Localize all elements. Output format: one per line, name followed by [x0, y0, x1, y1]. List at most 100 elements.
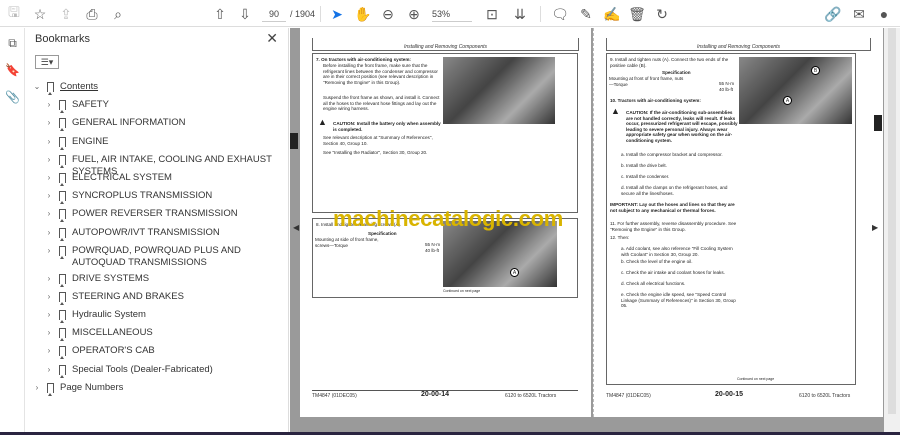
chevron-right-icon[interactable]: ›: [43, 309, 55, 321]
watermark: machinecatalogic.com: [333, 206, 563, 231]
bookmark-icon: [59, 172, 66, 186]
chevron-right-icon[interactable]: ›: [43, 117, 55, 129]
substep-b: b. Install the drive belt.: [621, 163, 667, 168]
bookmark-label: POWER REVERSER TRANSMISSION: [72, 208, 238, 220]
bookmark-item[interactable]: › Hydraulic System: [25, 306, 289, 324]
chevron-right-icon[interactable]: ›: [43, 345, 55, 357]
zoom-out-icon[interactable]: ⊖: [378, 4, 398, 24]
search-icon[interactable]: ⌕: [108, 4, 128, 24]
bookmark-item[interactable]: › OPERATOR'S CAB: [25, 342, 289, 360]
bookmark-item[interactable]: › AUTOPOWR/IVT TRANSMISSION: [25, 224, 289, 242]
bookmark-options-button[interactable]: ☰▾: [35, 55, 59, 69]
bookmarks-icon[interactable]: 🔖: [4, 63, 21, 80]
footer-model: 6120 to 6520L Tractors: [799, 393, 851, 399]
chevron-right-icon[interactable]: ›: [43, 245, 55, 257]
share-link-icon[interactable]: 🔗: [823, 4, 843, 24]
chevron-right-icon[interactable]: ›: [43, 364, 55, 376]
footer-manual-id: TM4847 (01DEC05): [312, 393, 357, 399]
comment-icon[interactable]: 🗨: [550, 4, 570, 24]
vertical-scrollbar[interactable]: [884, 28, 900, 432]
rotate-icon[interactable]: ↻: [652, 4, 672, 24]
chevron-right-icon[interactable]: ›: [43, 190, 55, 202]
next-page-icon[interactable]: ⇩: [235, 4, 255, 24]
bookmark-item[interactable]: › ENGINE: [25, 133, 289, 151]
panel-title: Bookmarks: [35, 33, 91, 45]
bookmark-icon: [59, 191, 66, 205]
bookmark-item[interactable]: › Page Numbers: [25, 379, 289, 397]
bookmark-icon: [47, 382, 54, 396]
bookmark-item[interactable]: › GENERAL INFORMATION: [25, 114, 289, 132]
bookmark-item[interactable]: › POWRQUAD, POWRQUAD PLUS AND AUTOQUAD TR…: [25, 242, 289, 270]
next-page-arrow-icon[interactable]: ▶: [872, 223, 878, 232]
email-icon[interactable]: ✉: [849, 4, 869, 24]
bookmark-icon: [59, 364, 66, 378]
page-fit-icon[interactable]: ⊡: [482, 4, 502, 24]
important-note: IMPORTANT: Lay out the hoses and lines s…: [610, 202, 735, 213]
bookmarks-panel: Bookmarks ✕ ☰▾ ⌄ Contents › SAFETY › GENERAL …: [25, 28, 289, 435]
prev-page-icon[interactable]: ⇧: [210, 4, 230, 24]
spec-row: Mounting at front of front frame, nuts—T…: [609, 76, 684, 87]
chevron-right-icon[interactable]: ›: [43, 273, 55, 285]
page-number-label: 20-00-15: [715, 391, 744, 398]
spec-value-imperial: 40 lb-ft: [425, 248, 440, 253]
chevron-right-icon[interactable]: ›: [43, 227, 55, 239]
bookmark-item[interactable]: › ELECTRICAL SYSTEM: [25, 169, 289, 187]
close-icon[interactable]: ✕: [266, 30, 278, 47]
spec-value-imperial: 40 lb-ft: [719, 87, 734, 92]
step-12-text: 12. Then:: [610, 235, 630, 240]
save-icon[interactable]: 🖫: [4, 4, 24, 24]
zoom-in-icon[interactable]: ⊕: [404, 4, 424, 24]
spec-title: Specification: [662, 70, 691, 75]
cloud-upload-icon[interactable]: ⇪: [56, 4, 76, 24]
bookmark-item[interactable]: › MISCELLANEOUS: [25, 324, 289, 342]
attachments-icon[interactable]: 📎: [4, 90, 21, 107]
chevron-right-icon[interactable]: ›: [43, 327, 55, 339]
bookmark-item[interactable]: › FUEL, AIR INTAKE, COOLING AND EXHAUST S…: [25, 151, 289, 177]
bookmark-item[interactable]: › Special Tools (Dealer-Fabricated): [25, 361, 289, 379]
bookmark-star-icon[interactable]: ☆: [30, 4, 50, 24]
bookmark-item[interactable]: › POWER REVERSER TRANSMISSION: [25, 205, 289, 223]
bookmark-item[interactable]: › DRIVE SYSTEMS: [25, 270, 289, 288]
sign-icon[interactable]: ✍: [602, 4, 622, 24]
chevron-right-icon[interactable]: ›: [31, 382, 43, 394]
print-icon[interactable]: ⎙: [82, 4, 102, 24]
chevron-right-icon[interactable]: ›: [43, 154, 55, 166]
zoom-select[interactable]: 53%: [432, 6, 472, 22]
step-9-text: 9. Install and tighten nuts (A). Connect…: [610, 57, 729, 68]
final-step-d: d. Check all electrical functions.: [621, 281, 686, 286]
step-7-block: 7. On tractors with air-conditioning sys…: [312, 53, 578, 213]
chevron-right-icon[interactable]: ›: [43, 172, 55, 184]
substep-c: c. Install the condenser.: [621, 174, 670, 179]
chevron-right-icon[interactable]: ›: [43, 136, 55, 148]
bookmark-item[interactable]: › STEERING AND BRAKES: [25, 288, 289, 306]
delete-icon[interactable]: 🗑: [627, 4, 647, 24]
page-number-input[interactable]: 90: [262, 6, 286, 22]
account-icon[interactable]: ●: [874, 4, 894, 24]
section-tab: [290, 133, 298, 149]
bookmark-icon: [59, 100, 66, 114]
bookmark-item[interactable]: ⌄ Contents: [25, 78, 289, 96]
scrollbar-thumb[interactable]: [888, 28, 896, 414]
chevron-right-icon[interactable]: ›: [43, 291, 55, 303]
spec-row: Mounting at side of front frame, screws—…: [315, 237, 379, 248]
bookmark-item[interactable]: › SYNCROPLUS TRANSMISSION: [25, 187, 289, 205]
chevron-right-icon[interactable]: ›: [43, 208, 55, 220]
page-thumbnails-icon[interactable]: ⧉: [4, 36, 21, 53]
bookmark-icon: [59, 245, 66, 259]
chevron-down-icon[interactable]: ⌄: [31, 81, 43, 93]
divider: [320, 6, 321, 22]
prev-page-arrow-icon[interactable]: ◀: [293, 223, 299, 232]
final-step-e: e. Check the engine idle speed, see "Spe…: [621, 292, 736, 309]
footer-manual-id: TM4847 (01DEC05): [606, 393, 651, 399]
highlight-pen-icon[interactable]: ✎: [576, 4, 596, 24]
scroll-mode-icon[interactable]: ⇊: [510, 4, 530, 24]
bookmark-label: AUTOPOWR/IVT TRANSMISSION: [72, 226, 220, 238]
hand-tool-icon[interactable]: ✋: [353, 4, 373, 24]
select-cursor-icon[interactable]: ➤: [327, 4, 347, 24]
bookmark-item[interactable]: › SAFETY: [25, 96, 289, 114]
bookmark-list: ⌄ Contents › SAFETY › GENERAL INFORMATION › ENG…: [25, 78, 289, 397]
chevron-right-icon[interactable]: ›: [43, 99, 55, 111]
bookmark-icon: [59, 346, 66, 360]
page-total: / 1904: [290, 9, 316, 19]
callout-a: A: [510, 268, 519, 277]
